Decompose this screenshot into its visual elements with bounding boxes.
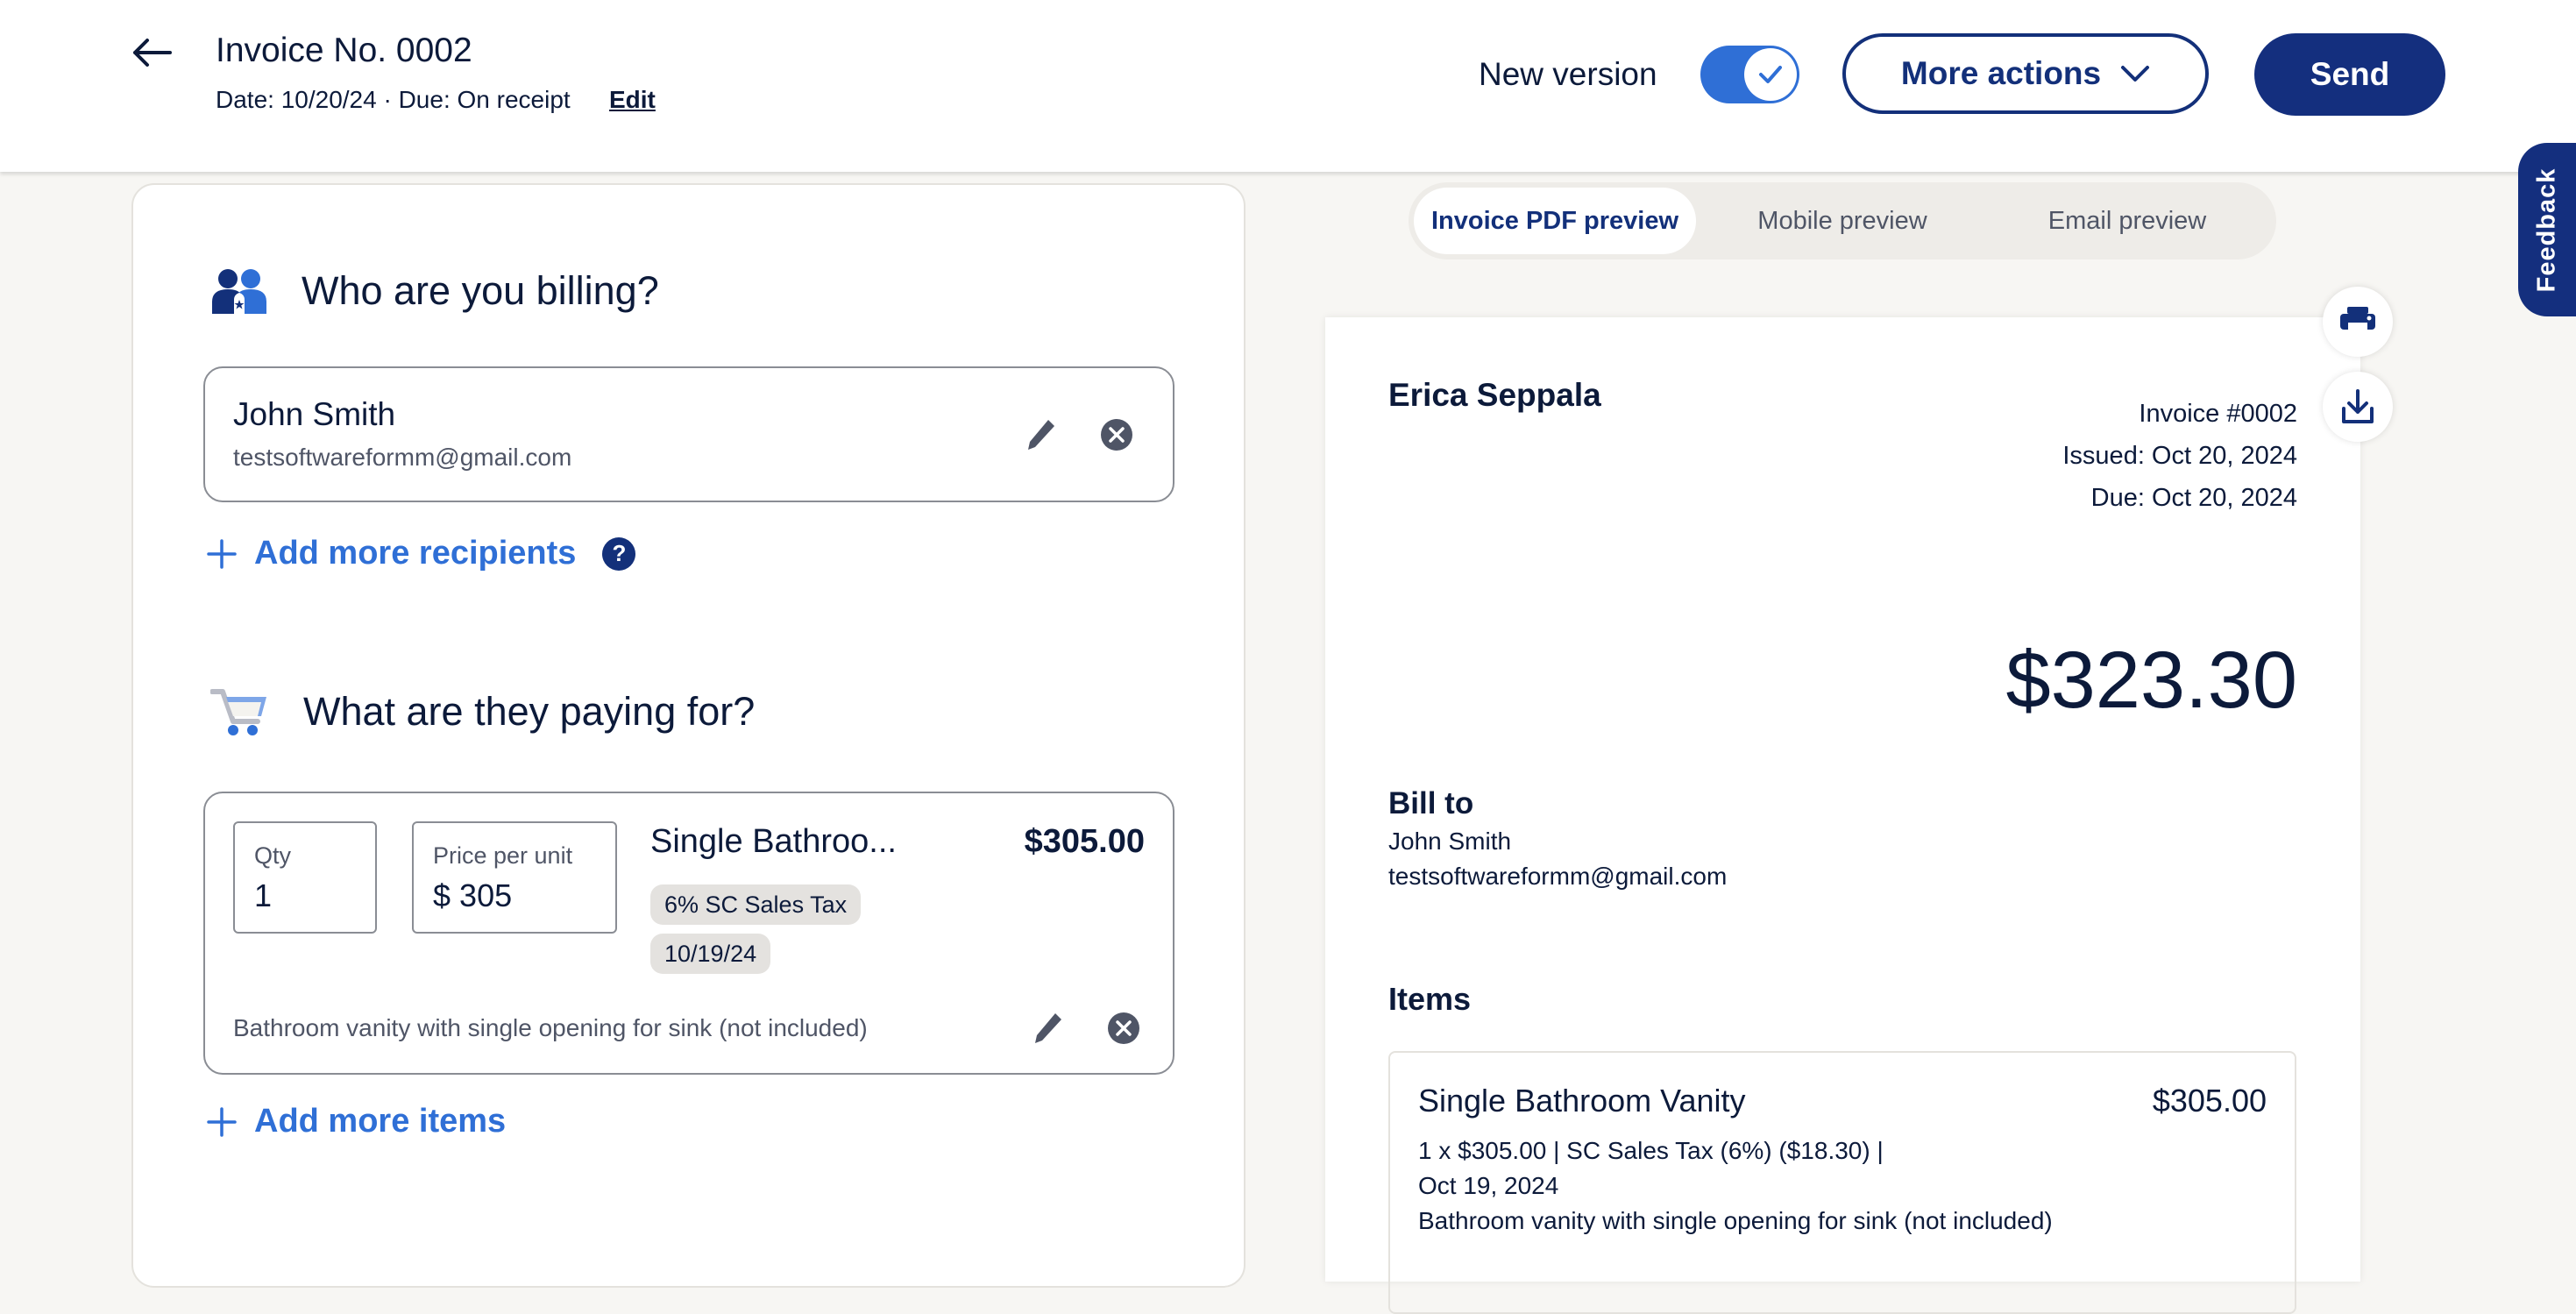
chevron-down-icon [2121, 66, 2150, 82]
items-heading: Items [1388, 981, 1472, 1017]
bill-to-email: testsoftwareformm@gmail.com [1388, 863, 1728, 890]
edit-dates-link[interactable]: Edit [609, 86, 656, 114]
back-button[interactable] [130, 35, 174, 70]
price-value: $ 305 [433, 877, 512, 914]
more-actions-label: More actions [1900, 55, 2102, 91]
invoice-number: Invoice #0002 [2139, 400, 2297, 428]
arrow-left-icon [133, 39, 172, 67]
add-more-recipients-label: Add more recipients [254, 535, 577, 572]
close-circle-icon [1108, 1012, 1139, 1044]
tax-chip[interactable]: 6% SC Sales Tax [650, 884, 862, 925]
remove-item-button[interactable] [1106, 1011, 1141, 1046]
feedback-tab[interactable]: Feedback [2518, 143, 2576, 316]
due-date: Due: Oct 20, 2024 [2090, 484, 2297, 512]
bill-to-name: John Smith [1388, 827, 1512, 855]
download-button[interactable] [2323, 372, 2393, 442]
issued-date: Issued: Oct 20, 2024 [2062, 442, 2297, 470]
bill-to-heading: Bill to [1388, 786, 1474, 820]
item-total: $305.00 [1024, 823, 1145, 860]
help-icon[interactable]: ? [602, 536, 636, 571]
page-title: Invoice No. 0002 [216, 32, 472, 69]
add-more-recipients-link[interactable]: Add more recipients ? [207, 535, 636, 572]
sender-name: Erica Seppala [1388, 377, 1601, 413]
more-actions-button[interactable]: More actions [1842, 33, 2209, 114]
items-heading-text: What are they paying for? [303, 689, 756, 734]
qty-field[interactable]: Qty 1 [233, 821, 377, 934]
item-description: Bathroom vanity with single opening for … [233, 1014, 868, 1041]
recipient-email: testsoftwareformm@gmail.com [233, 444, 572, 471]
preview-item-amount: $305.00 [2152, 1083, 2267, 1119]
invoice-total-amount: $323.30 [2005, 636, 2297, 725]
print-button[interactable] [2323, 287, 2393, 357]
recipient-name: John Smith [233, 396, 396, 432]
date-chip[interactable]: 10/19/24 [650, 934, 771, 974]
feedback-label: Feedback [2532, 167, 2561, 292]
price-label: Price per unit [433, 842, 573, 869]
tab-email-preview[interactable]: Email preview [1987, 188, 2267, 254]
new-version-toggle[interactable] [1700, 46, 1799, 103]
price-per-unit-field[interactable]: Price per unit $ 305 [412, 821, 617, 934]
item-name: Single Bathroo... [650, 823, 897, 860]
tab-invoice-pdf-preview[interactable]: Invoice PDF preview [1414, 188, 1696, 254]
items-section-heading: What are they paying for? [210, 686, 755, 737]
billing-heading-text: Who are you billing? [302, 268, 659, 313]
plus-icon [207, 1106, 237, 1137]
preview-item-detail: 1 x $305.00 | SC Sales Tax (6%) ($18.30)… [1418, 1137, 1884, 1164]
send-button[interactable]: Send [2254, 33, 2445, 116]
edit-recipient-button[interactable] [1020, 414, 1062, 456]
price-amount: 305 [459, 877, 513, 913]
qty-value: 1 [254, 877, 273, 913]
toggle-knob [1744, 48, 1797, 101]
preview-item-name: Single Bathroom Vanity [1418, 1083, 1746, 1119]
plus-icon [207, 538, 237, 569]
add-more-items-label: Add more items [254, 1103, 507, 1140]
close-circle-icon [1101, 419, 1132, 451]
remove-recipient-button[interactable] [1099, 417, 1134, 452]
add-more-items-link[interactable]: Add more items [207, 1103, 506, 1140]
people-icon [212, 269, 266, 314]
tab-mobile-preview[interactable]: Mobile preview [1707, 188, 1978, 254]
pencil-icon [1028, 420, 1054, 450]
invoice-dates: Date: 10/20/24 · Due: On receipt [216, 86, 571, 113]
currency-symbol: $ [433, 877, 451, 913]
top-header: Invoice No. 0002 Date: 10/20/24 · Due: O… [0, 0, 2576, 172]
new-version-label: New version [1479, 56, 1657, 92]
checkmark-icon [1759, 66, 1782, 83]
download-icon [2342, 389, 2374, 423]
pencil-icon [1035, 1013, 1061, 1043]
preview-line-item: Single Bathroom Vanity $305.00 1 x $305.… [1388, 1051, 2296, 1314]
print-icon [2340, 307, 2375, 337]
qty-label: Qty [254, 842, 292, 869]
recipient-card: John Smith testsoftwareformm@gmail.com [203, 366, 1174, 502]
line-item-card: Qty 1 Price per unit $ 305 Single Bathro… [203, 792, 1174, 1075]
shopping-cart-icon [210, 689, 266, 735]
edit-item-button[interactable] [1027, 1007, 1069, 1049]
billing-section-heading: Who are you billing? [212, 268, 659, 314]
preview-tabs: Invoice PDF preview Mobile preview Email… [1409, 182, 2276, 259]
preview-item-description: Bathroom vanity with single opening for … [1418, 1207, 2053, 1234]
invoice-pdf-preview: Erica Seppala Invoice #0002 Issued: Oct … [1325, 317, 2360, 1314]
preview-item-date: Oct 19, 2024 [1418, 1172, 1559, 1199]
